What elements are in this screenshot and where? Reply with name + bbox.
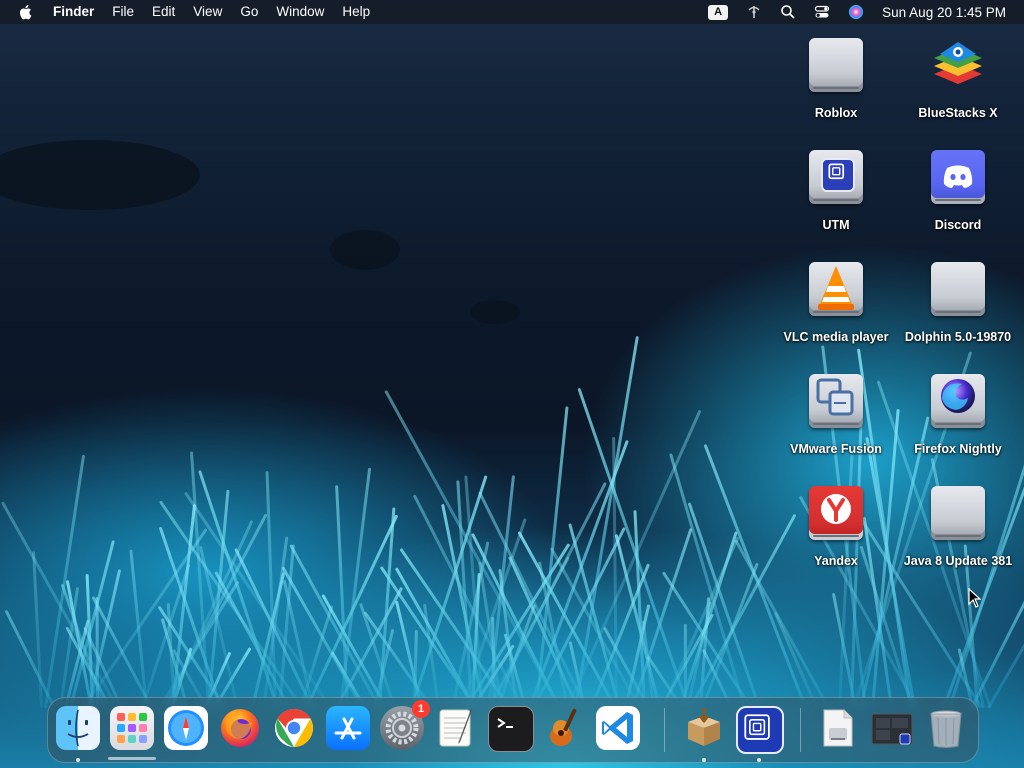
firefox-icon[interactable] (218, 706, 262, 750)
safari-icon[interactable] (164, 706, 208, 750)
network-status-icon[interactable] (746, 4, 762, 20)
utm-icon[interactable] (736, 706, 784, 754)
desktop-icon-label: Roblox (814, 106, 858, 120)
trash-icon[interactable] (924, 706, 968, 750)
drive-icon (928, 260, 988, 320)
grass-strand (687, 501, 761, 709)
desktop-icon-bluestacks[interactable]: BlueStacks X (893, 36, 1023, 120)
desktop-icon-firefox-nightly[interactable]: Firefox Nightly (893, 372, 1023, 456)
mouse-cursor-icon (968, 588, 982, 608)
garageband-icon[interactable] (542, 706, 586, 750)
installer-icon[interactable] (682, 706, 726, 750)
vlc-icon (806, 260, 866, 320)
desktop-icon-vlc[interactable]: VLC media player (771, 260, 901, 344)
drive-icon (928, 484, 988, 544)
dock-separator (664, 708, 665, 752)
utm-drive-icon (806, 148, 866, 208)
spotlight-search-icon[interactable] (780, 4, 796, 20)
desktop-icon-label: Dolphin 5.0-19870 (904, 330, 1012, 344)
chrome-icon[interactable] (272, 706, 316, 750)
desktop-icon-java[interactable]: Java 8 Update 381 (893, 484, 1023, 568)
desktop-icon-label: UTM (822, 218, 850, 232)
grass-strand (611, 436, 618, 709)
menu-view[interactable]: View (184, 0, 231, 24)
desktop-icon-roblox[interactable]: Roblox (771, 36, 901, 120)
rock-silhouette (330, 230, 400, 270)
grass-strand (281, 566, 365, 709)
vscode-icon[interactable] (596, 706, 640, 750)
notification-badge: 1 (412, 700, 430, 718)
menu-help[interactable]: Help (333, 0, 379, 24)
desktop-icon-label: VMware Fusion (790, 442, 882, 456)
preview-document-icon[interactable] (816, 706, 860, 750)
desktop-icon-yandex[interactable]: Yandex (771, 484, 901, 568)
window-stack-icon[interactable] (870, 706, 914, 750)
rock-silhouette (470, 300, 520, 324)
drive-icon (806, 36, 866, 96)
running-indicator (702, 758, 706, 762)
desktop-icon-discord[interactable]: Discord (893, 148, 1023, 232)
apple-menu-icon[interactable] (18, 4, 32, 20)
desktop-icon-dolphin[interactable]: Dolphin 5.0-19870 (893, 260, 1023, 344)
vmware-fusion-icon (806, 372, 866, 432)
control-center-icon[interactable] (814, 4, 830, 20)
input-source-indicator[interactable]: A (708, 4, 729, 20)
bluestacks-icon (928, 36, 988, 96)
desktop-icon-utm[interactable]: UTM (771, 148, 901, 232)
menu-edit[interactable]: Edit (143, 0, 184, 24)
menu-go[interactable]: Go (231, 0, 267, 24)
menu-app-name[interactable]: Finder (44, 0, 103, 24)
grass-strand (395, 600, 424, 709)
firefox-nightly-icon (928, 372, 988, 432)
finder-icon[interactable] (56, 706, 100, 750)
menu-file[interactable]: File (103, 0, 143, 24)
grass-strand (773, 612, 818, 709)
dock: 1 (47, 697, 979, 763)
terminal-icon[interactable] (488, 706, 534, 752)
discord-icon (928, 148, 988, 208)
running-indicator (76, 758, 80, 762)
menu-bar: Finder File Edit View Go Window Help A S… (0, 0, 1024, 24)
desktop-icon-label: VLC media player (783, 330, 889, 344)
yandex-icon (806, 484, 866, 544)
launchpad-highlight (108, 757, 156, 760)
launchpad-icon[interactable] (110, 706, 154, 750)
app-store-icon[interactable] (326, 706, 370, 750)
menu-window[interactable]: Window (267, 0, 333, 24)
desktop-icon-label: Java 8 Update 381 (903, 554, 1013, 568)
dock-separator (800, 708, 801, 752)
desktop-icon-label: BlueStacks X (918, 106, 998, 120)
desktop-icon-label: Firefox Nightly (914, 442, 1002, 456)
running-indicator (757, 758, 761, 762)
siri-icon[interactable] (848, 4, 864, 20)
desktop-icon-label: Yandex (814, 554, 858, 568)
menu-bar-clock[interactable]: Sun Aug 20 1:45 PM (882, 5, 1006, 20)
rock-silhouette (0, 140, 200, 210)
desktop-icon-vmware-fusion[interactable]: VMware Fusion (771, 372, 901, 456)
system-settings-icon[interactable]: 1 (380, 700, 430, 750)
textedit-icon[interactable] (434, 706, 478, 750)
desktop-icon-label: Discord (934, 218, 982, 232)
